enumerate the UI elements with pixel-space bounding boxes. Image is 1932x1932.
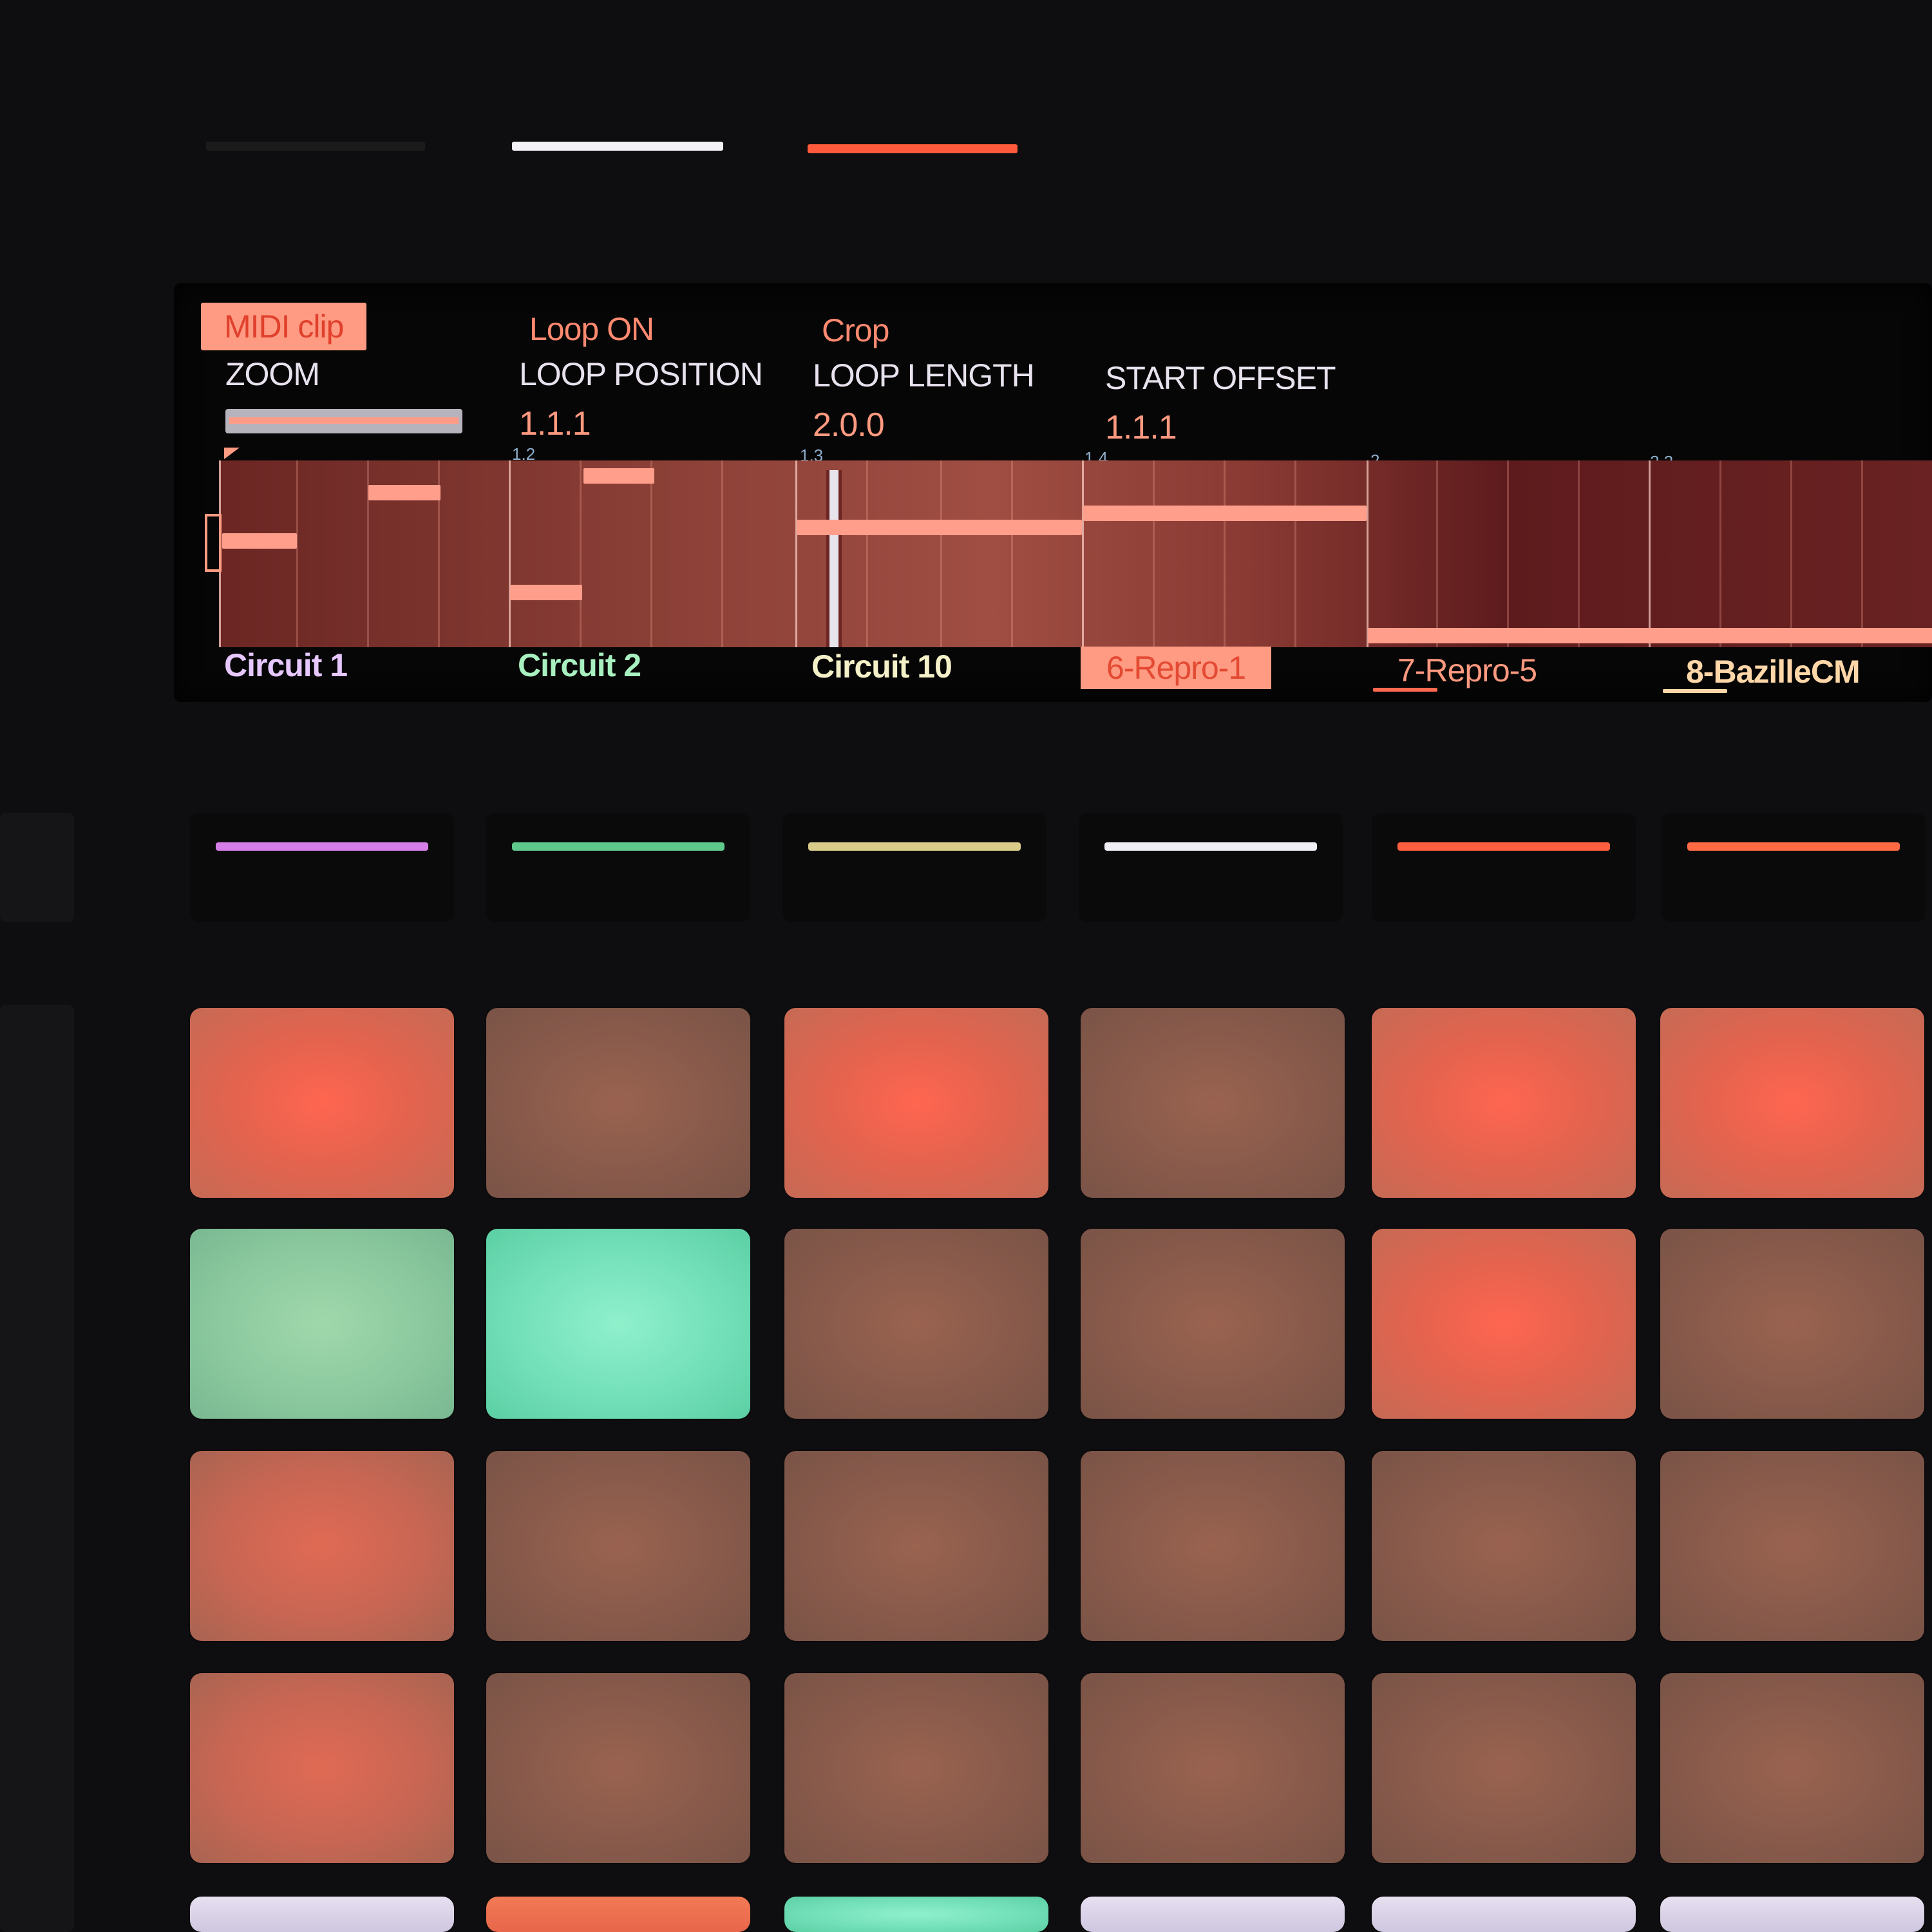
param-loop-length-value: 2.0.0 (813, 406, 885, 444)
midi-note[interactable] (510, 585, 582, 600)
grid-line (940, 460, 942, 647)
bar-line (1082, 460, 1084, 647)
top-button-led-3[interactable] (808, 144, 1018, 153)
pad-r1-c3[interactable] (784, 1008, 1048, 1198)
grid-line (296, 460, 298, 647)
pad-r2-c3[interactable] (784, 1229, 1048, 1419)
loop-start-flag-icon[interactable] (224, 448, 240, 459)
track-name-4-selected[interactable]: 6-Repro-1 (1081, 647, 1272, 689)
track-button-2[interactable] (486, 813, 750, 922)
pad-r1-c4[interactable] (1081, 1008, 1345, 1198)
midi-note[interactable] (797, 520, 1082, 535)
track-button-4[interactable] (1079, 813, 1343, 922)
bar-line (509, 460, 511, 647)
bar-line (1367, 460, 1368, 647)
track-button-5[interactable] (1372, 813, 1636, 922)
track-button-3[interactable] (782, 813, 1046, 922)
pad-r4-c2[interactable] (486, 1673, 750, 1863)
bar-line (795, 460, 797, 647)
top-button-led-1[interactable] (206, 142, 425, 151)
grid-line (1719, 460, 1721, 647)
pad-r5-c6[interactable] (1660, 1897, 1924, 1932)
pad-r4-c3[interactable] (784, 1673, 1048, 1863)
midi-note[interactable] (222, 533, 297, 549)
track-button-led (1687, 842, 1900, 851)
track-button-led (1104, 842, 1317, 851)
grid-line (1507, 460, 1509, 647)
grid-line (580, 460, 582, 647)
grid-line (1436, 460, 1438, 647)
clip-piano-roll[interactable] (219, 460, 1932, 647)
pad-r2-c2[interactable] (486, 1229, 750, 1419)
pad-r5-c4[interactable] (1081, 1897, 1345, 1932)
track-name-2[interactable]: Circuit 2 (518, 647, 641, 684)
track-button-led (512, 842, 724, 851)
pad-r1-c5[interactable] (1372, 1008, 1636, 1198)
midi-note[interactable] (1368, 628, 1932, 643)
track-button-led (808, 842, 1021, 851)
pad-r1-c2[interactable] (486, 1008, 750, 1198)
function-midi-clip[interactable]: MIDI clip (201, 303, 367, 350)
track-button-6[interactable] (1662, 813, 1926, 922)
pad-r1-c1[interactable] (190, 1008, 454, 1198)
pad-r2-c1[interactable] (190, 1229, 454, 1419)
grid-line (1011, 460, 1013, 647)
function-crop[interactable]: Crop (822, 312, 889, 349)
pad-r3-c5[interactable] (1372, 1451, 1636, 1641)
grid-line (1294, 460, 1296, 647)
pad-r2-c4[interactable] (1081, 1229, 1345, 1419)
left-side-strip (0, 1005, 74, 1932)
track-name-3[interactable]: Circuit 10 (811, 648, 952, 685)
pad-r3-c3[interactable] (784, 1451, 1048, 1641)
param-start-offset-label: START OFFSET (1105, 360, 1336, 396)
pad-r4-c6[interactable] (1660, 1673, 1924, 1863)
track-name-5[interactable]: 7-Repro-5 (1397, 652, 1537, 689)
zoom-slider[interactable] (225, 409, 462, 433)
grid-line (1578, 460, 1580, 647)
pad-r1-c6[interactable] (1660, 1008, 1924, 1198)
track-underline-6 (1663, 689, 1727, 693)
pad-r4-c5[interactable] (1372, 1673, 1636, 1863)
track-button-1[interactable] (190, 813, 454, 922)
pad-r3-c6[interactable] (1660, 1451, 1924, 1641)
pad-r5-c5[interactable] (1372, 1897, 1636, 1932)
param-loop-position-label: LOOP POSITION (519, 356, 763, 392)
midi-note[interactable] (583, 468, 654, 484)
pad-r4-c4[interactable] (1081, 1673, 1345, 1863)
loop-brace-icon (205, 514, 222, 572)
midi-note[interactable] (1083, 506, 1367, 521)
param-start-offset-value: 1.1.1 (1105, 409, 1177, 446)
track-name-1[interactable]: Circuit 1 (224, 647, 348, 684)
pad-r5-c3[interactable] (784, 1897, 1048, 1932)
track-button-led (216, 842, 428, 851)
pad-r2-c6[interactable] (1660, 1229, 1924, 1419)
grid-line (1790, 460, 1792, 647)
grid-line (1153, 460, 1155, 647)
pad-r3-c2[interactable] (486, 1451, 750, 1641)
param-zoom-label: ZOOM (225, 356, 320, 392)
grid-line (721, 460, 723, 647)
pad-r3-c1[interactable] (190, 1451, 454, 1641)
grid-line (650, 460, 652, 647)
pad-r4-c1[interactable] (190, 1673, 454, 1863)
bar-line (1649, 460, 1651, 647)
track-underline-5 (1373, 688, 1437, 692)
pad-r5-c2[interactable] (486, 1897, 750, 1932)
grid-line (1224, 460, 1226, 647)
function-loop-on[interactable]: Loop ON (529, 310, 654, 348)
left-edge-panel (0, 813, 74, 922)
playhead (826, 470, 842, 647)
top-button-led-2[interactable] (512, 142, 723, 151)
track-name-6[interactable]: 8-BazilleCM (1686, 653, 1861, 690)
grid-line (866, 460, 868, 647)
pad-r5-c1[interactable] (190, 1897, 454, 1932)
pad-r2-c5[interactable] (1372, 1229, 1636, 1419)
pad-r3-c4[interactable] (1081, 1451, 1345, 1641)
track-button-led (1397, 842, 1610, 851)
midi-note[interactable] (368, 485, 440, 500)
param-loop-length-label: LOOP LENGTH (813, 357, 1035, 393)
param-loop-position-value: 1.1.1 (519, 405, 591, 442)
grid-line (1861, 460, 1863, 647)
